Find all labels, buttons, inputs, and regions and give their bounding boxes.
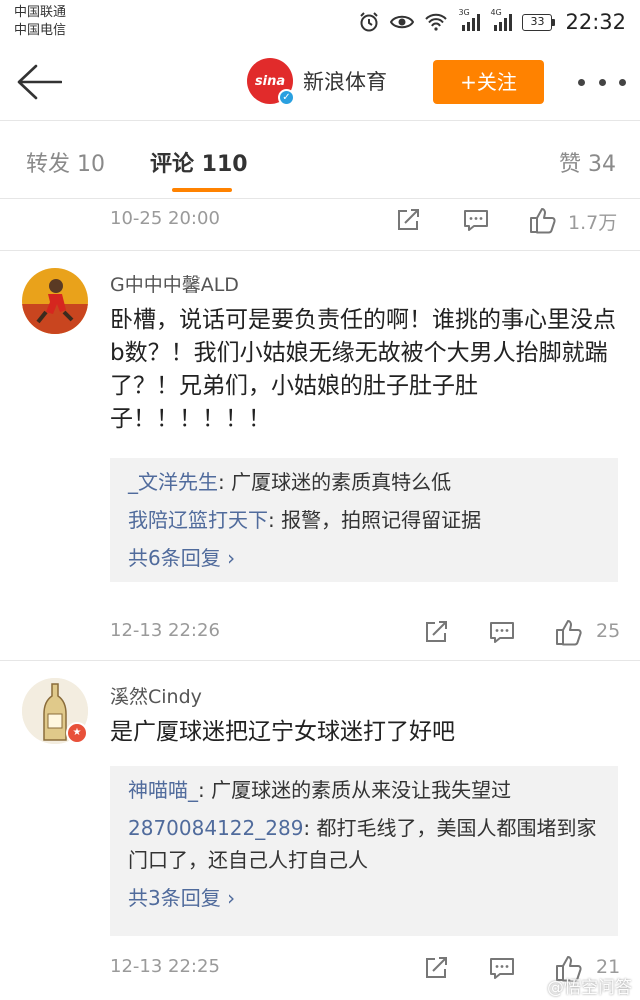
- comment-time: 12-13 22:25: [110, 956, 220, 977]
- chevron-right-icon: ›: [227, 546, 236, 570]
- carrier-2: 中国电信: [14, 23, 67, 38]
- comment-action-row: 10-25 20:00 1.7万: [0, 200, 640, 240]
- divider: [0, 198, 640, 199]
- sina-logo: sina ✓: [247, 58, 295, 106]
- view-all-replies-link[interactable]: 共3条回复 ›: [128, 882, 600, 914]
- share-icon[interactable]: [394, 206, 422, 234]
- battery-icon: 33: [522, 13, 556, 31]
- follow-button[interactable]: +关注: [433, 60, 544, 104]
- tab-bar: 转发 10 评论 110 赞 34: [0, 122, 640, 198]
- comment-text: 卧槽，说话可是要负责任的啊！谁挑的事心里没点b数？！我们小姑娘无缘无故被个大男人…: [110, 307, 616, 432]
- reply-item: _文洋先生: 广厦球迷的素质真特么低: [128, 466, 600, 498]
- reply-box[interactable]: _文洋先生: 广厦球迷的素质真特么低 我陪辽篮打天下: 报警，拍照记得留证据 共…: [110, 458, 618, 582]
- divider: [0, 250, 640, 251]
- reply-text: : 报警，拍照记得留证据: [268, 508, 482, 532]
- verified-badge-icon: ✓: [278, 89, 295, 106]
- signal-4g-icon: 4G: [490, 8, 513, 32]
- user-badge-icon: ★: [66, 722, 88, 744]
- divider: [0, 660, 640, 661]
- like-icon[interactable]: [554, 618, 584, 646]
- alarm-icon: [358, 11, 380, 33]
- account-header[interactable]: sina ✓ 新浪体育: [247, 58, 387, 106]
- reply-username[interactable]: 我陪辽篮打天下: [128, 508, 268, 532]
- signal-3g-icon: 3G: [458, 8, 481, 32]
- view-all-replies-link[interactable]: 共6条回复 ›: [128, 542, 600, 574]
- reply-box[interactable]: 神喵喵_: 广厦球迷的素质从来没让我失望过 2870084122_289: 都打…: [110, 766, 618, 936]
- eye-icon: [390, 13, 415, 31]
- comment-icon[interactable]: [488, 618, 516, 646]
- reply-item: 2870084122_289: 都打毛线了，美国人都围堵到家门口了，还自己人打自…: [128, 812, 600, 876]
- like-icon[interactable]: [528, 206, 558, 234]
- like-count: 1.7万: [568, 212, 618, 234]
- watermark: @悟空问答: [547, 978, 632, 998]
- back-button[interactable]: [14, 60, 64, 104]
- account-name: 新浪体育: [303, 70, 387, 94]
- like-count: 25: [596, 620, 621, 642]
- back-arrow-icon: [17, 64, 63, 100]
- status-icons: 3G 4G 33 22:32: [358, 8, 626, 36]
- tab-repost[interactable]: 转发 10: [26, 146, 105, 178]
- avatar[interactable]: [22, 268, 88, 334]
- status-bar: 中国联通 中国电信 3G 4G 33 22:32: [0, 0, 640, 44]
- wifi-icon: [424, 13, 448, 31]
- carrier-1: 中国联通: [14, 5, 67, 20]
- more-options-icon[interactable]: [578, 72, 626, 92]
- chevron-right-icon: ›: [227, 886, 236, 910]
- top-nav-bar: sina ✓ 新浪体育 +关注: [0, 44, 640, 120]
- comment-action-row: 12-13 22:26 25: [0, 612, 640, 652]
- comment-icon[interactable]: [462, 206, 490, 234]
- comment-username[interactable]: 溪然Cindy: [110, 682, 202, 709]
- reply-username[interactable]: 2870084122_289: [128, 816, 303, 840]
- comment-username[interactable]: G中中中馨ALD: [110, 270, 239, 297]
- comment-text: 是广厦球迷把辽宁女球迷打了好吧: [110, 719, 455, 745]
- reply-text: : 广厦球迷的素质真特么低: [218, 470, 452, 494]
- tab-likes[interactable]: 赞 34: [559, 146, 616, 178]
- share-icon[interactable]: [422, 954, 450, 982]
- divider: [0, 120, 640, 121]
- comment-action-row: 12-13 22:25 21: [0, 948, 640, 988]
- tab-comments[interactable]: 评论 110: [150, 146, 248, 178]
- comment-icon[interactable]: [488, 954, 516, 982]
- share-icon[interactable]: [422, 618, 450, 646]
- comment-time: 10-25 20:00: [110, 208, 220, 229]
- reply-item: 神喵喵_: 广厦球迷的素质从来没让我失望过: [128, 774, 600, 806]
- reply-item: 我陪辽篮打天下: 报警，拍照记得留证据: [128, 504, 600, 536]
- active-tab-indicator: [172, 188, 232, 192]
- clock: 22:32: [565, 10, 626, 34]
- reply-text: : 广厦球迷的素质从来没让我失望过: [198, 778, 512, 802]
- reply-username[interactable]: _文洋先生: [128, 470, 218, 494]
- reply-username[interactable]: 神喵喵_: [128, 778, 198, 802]
- comment-time: 12-13 22:26: [110, 620, 220, 641]
